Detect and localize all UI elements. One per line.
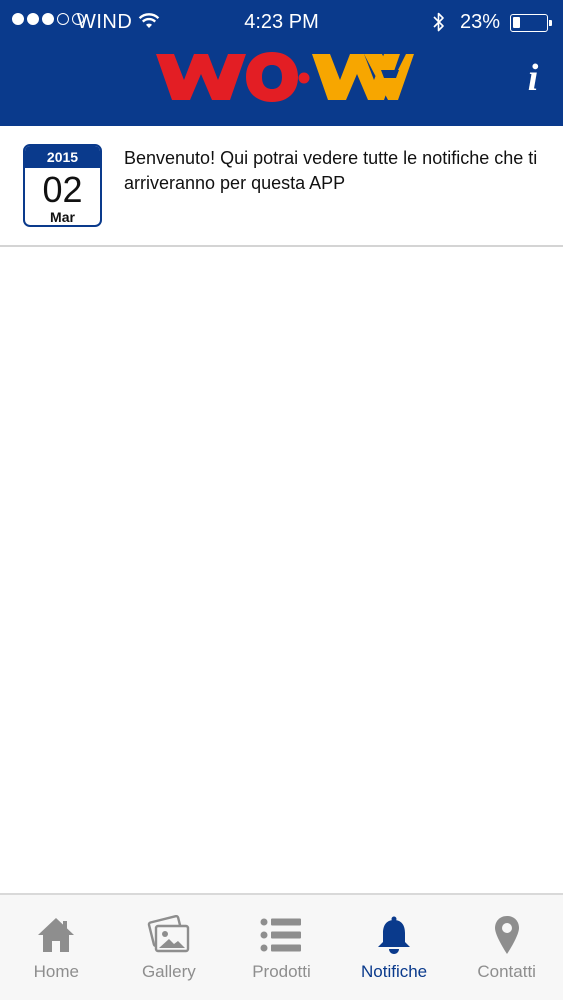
notification-month: Mar [50,209,75,225]
list-icon [259,913,303,957]
bluetooth-icon [433,12,444,32]
app-logo [156,52,414,102]
tab-contatti[interactable]: Contatti [450,895,563,1000]
status-bar: WIND 4:23 PM 23% [0,0,563,44]
tab-prodotti[interactable]: Prodotti [225,895,338,1000]
notification-message: Benvenuto! Qui potrai vedere tutte le no… [124,148,538,193]
tab-label-contatti: Contatti [477,962,536,981]
tab-label-gallery: Gallery [141,962,196,981]
info-button[interactable]: i [518,58,548,98]
bell-icon [372,913,416,957]
notification-day: 02 [42,169,83,210]
tab-gallery[interactable]: Gallery [113,895,226,1000]
app-header: WIND 4:23 PM 23% i [0,0,563,126]
tab-label-home: Home [33,962,79,981]
battery-percent: 23% [460,11,501,33]
tab-home[interactable]: Home [0,895,113,1000]
tab-bar: Home Gallery Prodotti Notifiche Contatti [0,893,563,1000]
tab-label-notifiche: Notifiche [361,962,428,981]
tab-notifiche[interactable]: Notifiche [338,895,451,1000]
location-pin-icon [485,913,529,957]
battery-icon [510,14,552,32]
notification-year: 2015 [25,146,100,168]
calendar-date-badge: 2015 02 Mar [23,144,102,227]
notification-item[interactable]: 2015 02 Mar Benvenuto! Qui potrai vedere… [0,126,563,247]
tab-label-prodotti: Prodotti [252,962,311,981]
home-icon [34,913,78,957]
gallery-icon [147,913,191,957]
